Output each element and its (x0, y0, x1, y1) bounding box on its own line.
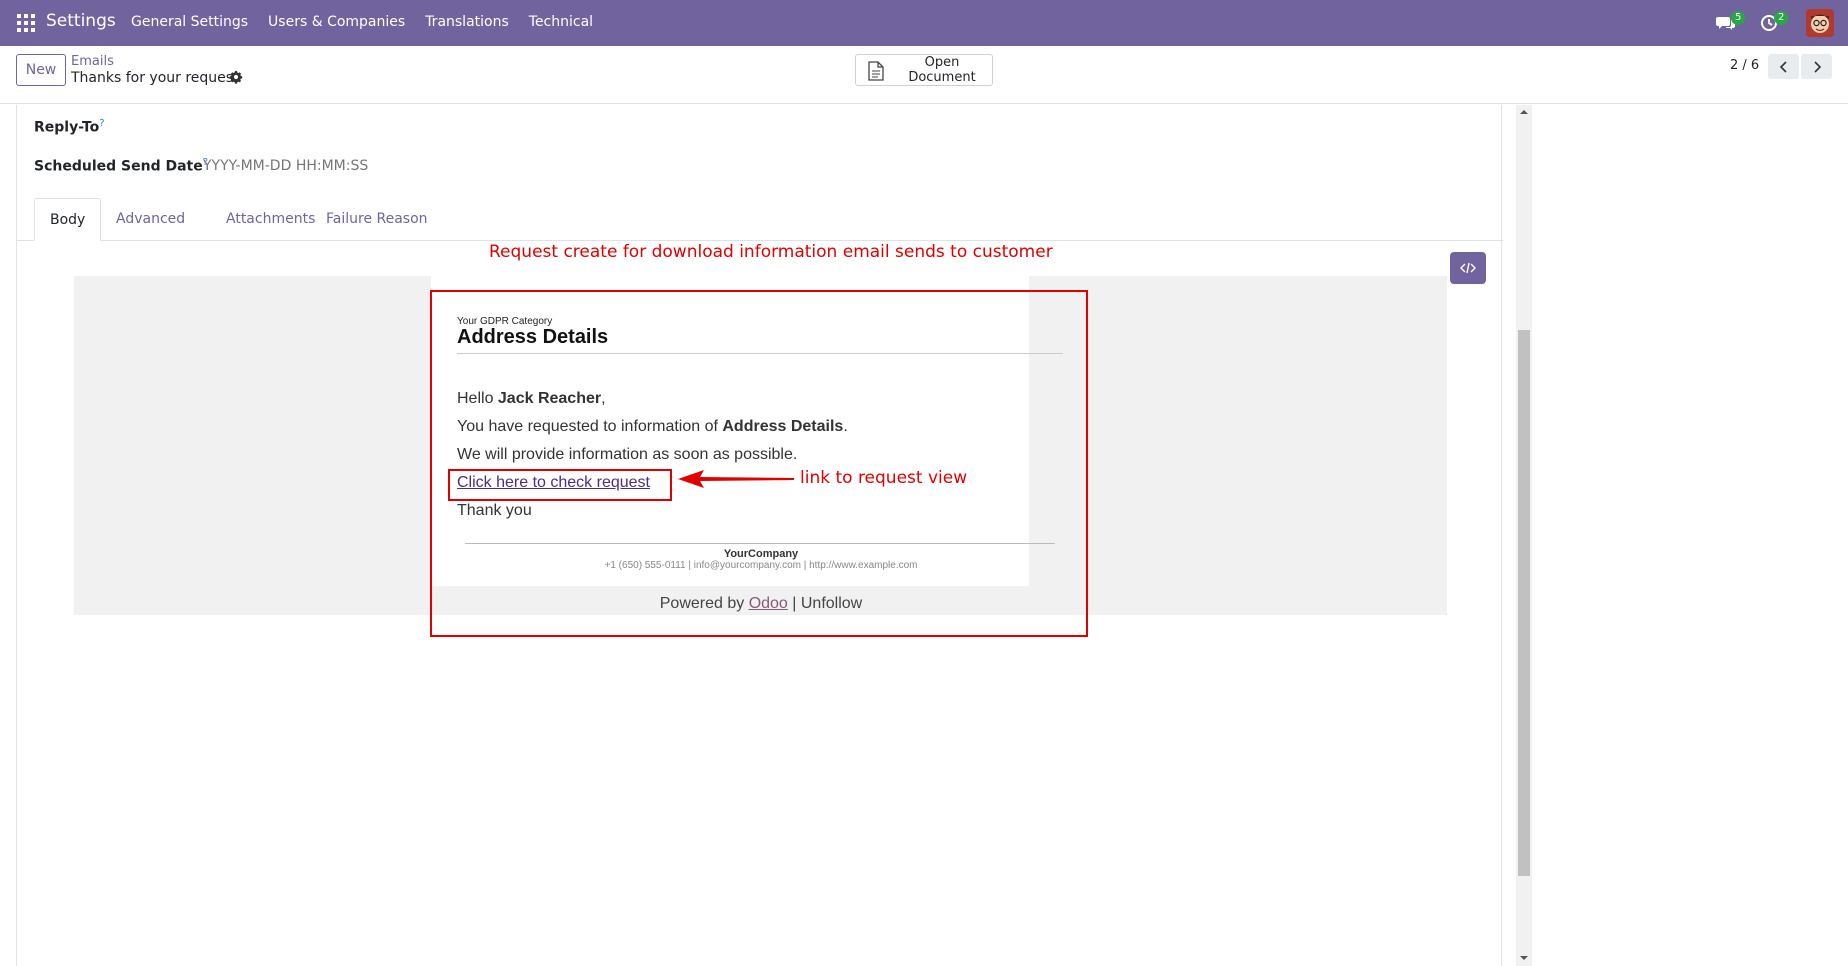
chevron-right-icon (1813, 60, 1821, 73)
code-view-button[interactable] (1450, 252, 1486, 284)
reply-to-label: Reply-To? (34, 118, 105, 136)
breadcrumb-emails[interactable]: Emails (71, 54, 114, 69)
tab-advanced[interactable]: Advanced (101, 198, 200, 241)
apps-menu-icon[interactable] (17, 14, 35, 32)
reply-to-help-icon[interactable]: ? (99, 118, 104, 129)
breadcrumb-current-record: Thanks for your request (71, 70, 239, 86)
scroll-down-arrow-icon[interactable] (1518, 953, 1530, 963)
gear-icon[interactable] (229, 70, 243, 84)
tab-failure-reason[interactable]: Failure Reason (311, 198, 443, 241)
notebook-tabs: Body Advanced Attachments Failure Reason (17, 198, 1503, 241)
scroll-up-arrow-icon[interactable] (1518, 107, 1530, 117)
app-brand[interactable]: Settings (46, 11, 116, 31)
control-panel: New Emails Thanks for your request Open … (0, 46, 1848, 104)
menu-technical[interactable]: Technical (529, 14, 593, 30)
user-avatar[interactable] (1806, 9, 1834, 37)
form-sheet: Reply-To? Scheduled Send Date? Body Adva… (16, 105, 1503, 966)
activities-badge: 2 (1774, 11, 1789, 25)
open-document-label: Open Document (908, 55, 976, 85)
messages-badge: 5 (1731, 11, 1746, 25)
pager-previous-button[interactable] (1768, 54, 1799, 79)
pager-next-button[interactable] (1801, 54, 1832, 79)
code-icon (1460, 262, 1476, 274)
annotation-top-text: Request create for download information … (489, 242, 1053, 262)
reply-to-label-text: Reply-To (34, 119, 100, 136)
main-menu: General Settings Users & Companies Trans… (131, 14, 613, 30)
tab-body[interactable]: Body (34, 198, 102, 241)
chevron-left-icon (1779, 60, 1787, 73)
scheduled-send-date-label: Scheduled Send Date? (34, 157, 208, 175)
open-document-button[interactable]: Open Document (855, 54, 993, 86)
menu-general-settings[interactable]: General Settings (131, 14, 248, 30)
top-navbar: Settings General Settings Users & Compan… (0, 0, 1848, 46)
scheduled-send-date-input[interactable] (203, 158, 403, 174)
new-button[interactable]: New (16, 54, 66, 86)
pager-value[interactable]: 2 / 6 (1730, 58, 1759, 73)
scheduled-send-date-label-text: Scheduled Send Date (34, 158, 203, 175)
email-highlight-box (430, 290, 1088, 637)
scrollbar-thumb[interactable] (1518, 330, 1530, 876)
menu-users-companies[interactable]: Users & Companies (268, 14, 405, 30)
document-icon (868, 61, 884, 81)
menu-translations[interactable]: Translations (425, 14, 509, 30)
